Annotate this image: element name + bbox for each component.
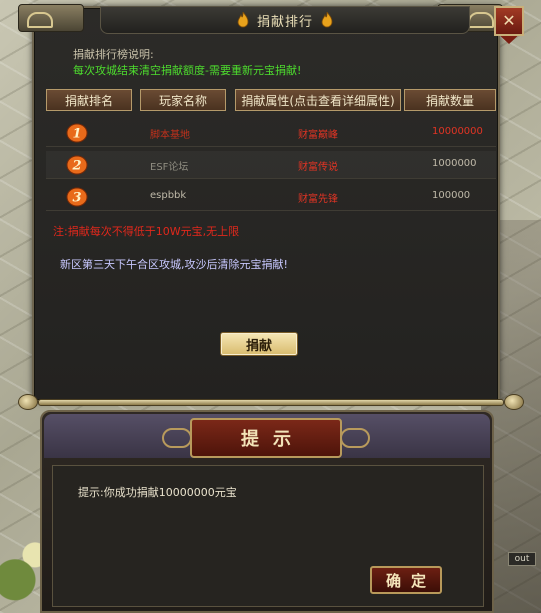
tip-title: 提示 (241, 429, 305, 450)
donation-attribute[interactable]: 财富先锋 (298, 190, 338, 205)
table-row[interactable]: 3 espbbk 财富先锋 100000 (46, 183, 496, 211)
close-icon: ✕ (502, 11, 516, 30)
table-row[interactable]: 1 脚本基地 财富巅峰 10000000 (46, 119, 496, 147)
player-name: espbbk (150, 190, 187, 201)
panel-title-bar: 捐献排行 (100, 6, 470, 34)
flame-icon (321, 12, 333, 28)
table-row[interactable]: 2 ESF论坛 财富传说 1000000 (46, 151, 496, 179)
tip-ornament-right (340, 428, 370, 448)
close-button[interactable]: ✕ (494, 6, 524, 36)
rank-3-badge-icon: 3 (66, 187, 88, 207)
header-attribute[interactable]: 捐献属性(点击查看详细属性) (235, 89, 401, 111)
tip-ornament-left (162, 428, 192, 448)
description-title: 捐献排行榜说明: (73, 48, 154, 61)
out-button[interactable]: out (508, 552, 536, 566)
rank-number: 3 (72, 191, 81, 206)
confirm-button[interactable]: 确定 (370, 566, 442, 594)
rank-1-badge-icon: 1 (66, 123, 88, 143)
header-player-name[interactable]: 玩家名称 (140, 89, 226, 111)
donate-button[interactable]: 捐献 (220, 332, 298, 356)
table-header: 捐献排名 玩家名称 捐献属性(点击查看详细属性) 捐献数量 (46, 89, 496, 111)
scroll-rod-decoration (18, 394, 524, 410)
donation-attribute[interactable]: 财富巅峰 (298, 126, 338, 141)
panel-ornament-left (18, 4, 84, 32)
rod-cap-left (18, 394, 38, 410)
rod-bar (38, 399, 504, 406)
header-rank[interactable]: 捐献排名 (46, 89, 132, 111)
donation-amount: 1000000 (432, 158, 477, 169)
donation-rule-note: 注:捐献每次不得低于10W元宝,无上限 (53, 225, 240, 238)
player-name: 脚本基地 (150, 130, 190, 141)
panel-title: 捐献排行 (256, 14, 313, 30)
rank-number: 2 (71, 159, 81, 174)
flame-icon (237, 12, 249, 28)
rod-cap-right (504, 394, 524, 410)
rank-2-badge-icon: 2 (66, 155, 88, 175)
server-merge-note: 新区第三天下午合区攻城,攻沙后清除元宝捐献! (60, 258, 288, 271)
tip-message: 提示:你成功捐献10000000元宝 (78, 486, 237, 499)
donation-attribute[interactable]: 财富传说 (298, 158, 338, 173)
rank-number: 1 (72, 127, 81, 142)
tip-title-plate: 提示 (190, 418, 342, 458)
player-name: ESF论坛 (150, 162, 189, 173)
donation-amount: 10000000 (432, 126, 483, 137)
description-text: 每次攻城结束清空捐献额度-需要重新元宝捐献! (73, 64, 302, 77)
donation-amount: 100000 (432, 190, 471, 201)
header-amount[interactable]: 捐献数量 (404, 89, 496, 111)
